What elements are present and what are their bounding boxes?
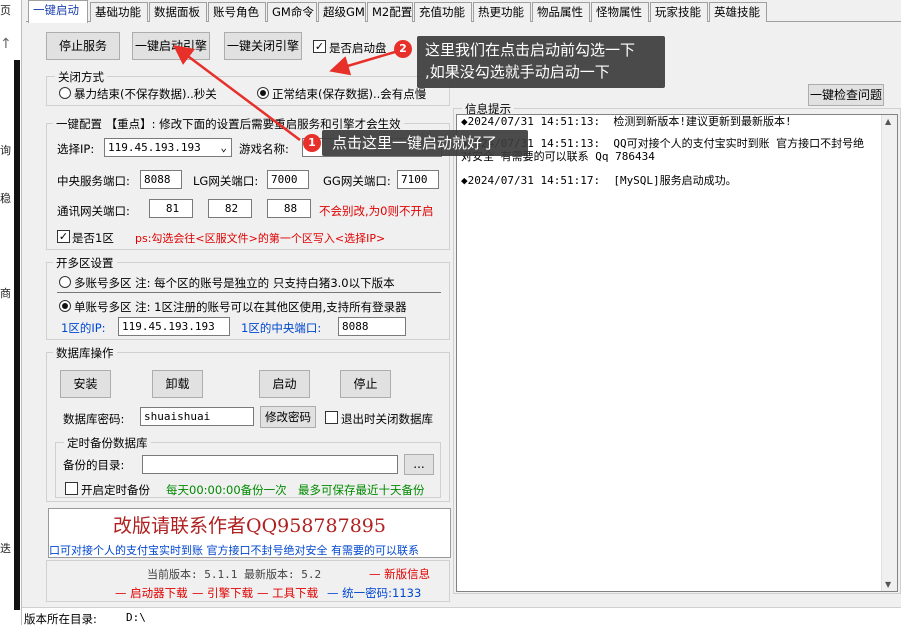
annotation-badge-2: 2 [394, 40, 412, 58]
annotation-tip-2-line1: 这里我们在点击启动前勾选一下 [425, 41, 636, 59]
tab-one-key-start[interactable]: 一键启动 [28, 0, 88, 23]
arrow-to-start-button [172, 45, 301, 142]
annotation-tip-2-line2: ,如果没勾选就手动启动一下 [425, 63, 610, 81]
annotation-badge-1: 1 [303, 134, 321, 152]
annotation-arrows [172, 45, 396, 142]
annotation-tip-1: 点击这里一键启动就好了 [322, 130, 528, 156]
arrow-to-checkbox [329, 50, 396, 76]
annotation-tip-2: 这里我们在点击启动前勾选一下 ,如果没勾选就手动启动一下 [417, 36, 665, 88]
